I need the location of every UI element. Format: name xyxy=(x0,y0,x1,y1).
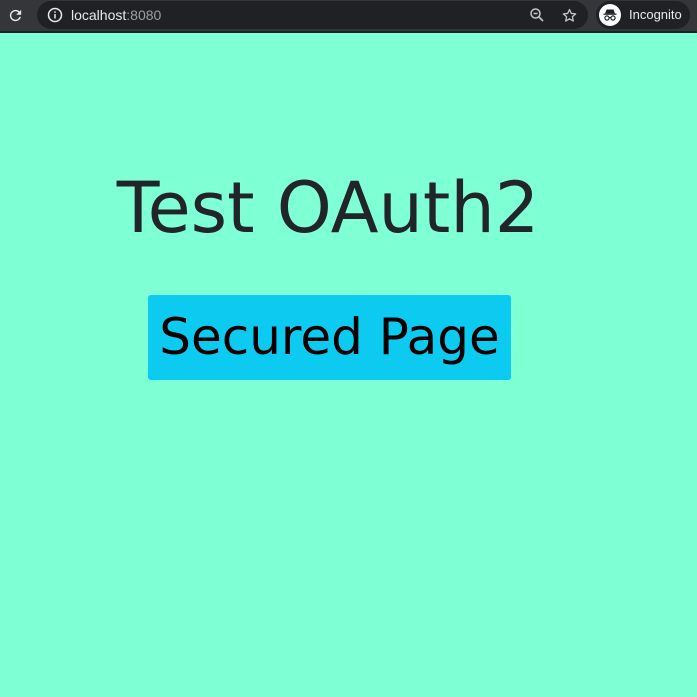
address-bar[interactable]: localhost:8080 xyxy=(37,1,588,29)
page-title: Test OAuth2 xyxy=(116,167,540,249)
zoom-icon[interactable] xyxy=(528,6,546,24)
url-host: localhost xyxy=(71,7,127,23)
page-content: Test OAuth2 Secured Page xyxy=(0,33,697,697)
profile-label: Incognito xyxy=(629,7,682,22)
star-icon[interactable] xyxy=(560,6,578,24)
incognito-icon xyxy=(599,4,621,26)
browser-toolbar: localhost:8080 Incognito xyxy=(0,0,697,33)
reload-icon[interactable] xyxy=(6,6,25,25)
url-text: localhost:8080 xyxy=(71,1,161,29)
url-port: :8080 xyxy=(126,7,162,23)
info-icon[interactable] xyxy=(47,7,63,23)
incognito-profile-button[interactable]: Incognito xyxy=(596,1,690,29)
secured-page-button[interactable]: Secured Page xyxy=(148,295,511,380)
